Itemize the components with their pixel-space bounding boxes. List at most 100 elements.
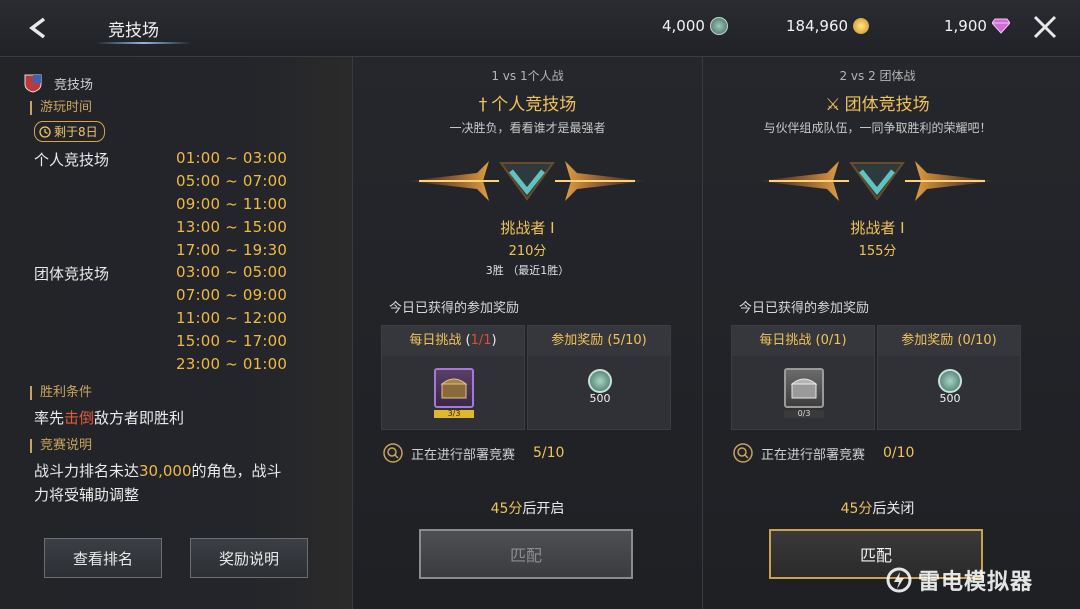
currency-medal: 4,000 <box>662 17 728 35</box>
team-coin-amount: 500 <box>939 392 961 405</box>
emulator-watermark: 雷电模拟器 <box>886 564 1033 596</box>
team-progress-value: 0/10 <box>883 445 915 461</box>
reward-info-button[interactable]: 奖励说明 <box>190 538 308 578</box>
solo-join-reward[interactable]: 参加奖励 (5/10) 500 <box>527 325 671 430</box>
solo-progress-label: 正在进行部署竞赛 <box>411 447 516 463</box>
schedule-time: 09:00 ~ 11:00 <box>176 195 288 213</box>
clock-icon <box>39 125 51 138</box>
team-daily-label: 每日挑战 (0/1) <box>732 326 874 356</box>
schedule-team-name: 团体竞技场 <box>34 265 110 283</box>
desc-highlight: 30,000 <box>139 462 192 480</box>
schedule-time: 17:00 ~ 19:30 <box>176 241 288 259</box>
currency-medal-value: 4,000 <box>662 17 705 35</box>
solo-timer-text: 后开启 <box>522 501 565 517</box>
team-daily-reward[interactable]: 每日挑战 (0/1) 0/3 <box>731 325 875 430</box>
schedule-time: 01:00 ~ 03:00 <box>176 149 288 167</box>
team-chest-count: 0/3 <box>784 410 824 418</box>
view-ranking-button[interactable]: 查看排名 <box>44 538 162 578</box>
medal-icon <box>588 369 612 393</box>
schedule-time: 05:00 ~ 07:00 <box>176 172 288 190</box>
schedule-time: 13:00 ~ 15:00 <box>176 218 288 236</box>
close-icon[interactable] <box>1030 12 1060 42</box>
solo-record: 3胜 （最近1胜） <box>485 264 570 277</box>
team-progress-label: 正在进行部署竞赛 <box>761 447 866 463</box>
search-icon <box>733 443 753 463</box>
team-title: ⚔ 团体竞技场 <box>703 90 1052 115</box>
panel-heading-text: 竞技场 <box>54 77 94 93</box>
schedule-time: 11:00 ~ 12:00 <box>176 309 288 327</box>
currency-gold: 184,960 <box>786 17 870 35</box>
crossed-swords-icon: ⚔ <box>825 95 841 115</box>
team-desc: 与伙伴组成队伍，一同争取胜利的荣耀吧！ <box>763 121 992 135</box>
competition-desc-label: 竞赛说明 <box>30 439 92 453</box>
solo-desc: 一决胜负，看看谁才是最强者 <box>449 121 606 135</box>
win-condition-text: 率先击倒敌方者即胜利 <box>34 407 184 428</box>
solo-daily-reward[interactable]: 每日挑战 (1/1) 3/3 <box>381 325 525 430</box>
schedule-solo-name: 个人竞技场 <box>34 151 110 169</box>
medal-icon <box>709 17 728 35</box>
remaining-badge: 剩于8日 <box>34 121 105 142</box>
panel-heading: 竞技场 <box>24 73 93 93</box>
solo-chest-count: 3/3 <box>434 410 474 418</box>
info-panel: 竞技场 游玩时间 剩于8日 个人竞技场 01:00 ~ 03:00 05:00 … <box>0 57 352 609</box>
rank-emblem-icon <box>407 161 647 201</box>
solo-timer: 45分后开启 <box>353 498 702 518</box>
currency-diamond-value: 1,900 <box>944 17 987 35</box>
top-bar: 竞技场 4,000 184,960 1,900 <box>0 0 1080 57</box>
gold-coin-icon <box>853 18 870 34</box>
solo-progress-value: 5/10 <box>533 445 565 461</box>
solo-rank-score: 210分 <box>508 244 547 259</box>
win-condition-label: 胜利条件 <box>30 386 92 400</box>
solo-title-text: 个人竞技场 <box>491 95 577 115</box>
solo-reward-title: 今日已获得的参加奖励 <box>389 301 520 316</box>
play-time-label: 游玩时间 <box>30 101 92 115</box>
team-timer-num: 45分 <box>840 501 873 517</box>
team-subtitle: 2 vs 2 团体战 <box>839 69 916 83</box>
solo-join-label: 参加奖励 (5/10) <box>528 326 670 356</box>
team-join-reward[interactable]: 参加奖励 (0/10) 500 <box>877 325 1021 430</box>
team-rank-score: 155分 <box>858 244 897 259</box>
sword-icon: † <box>478 95 488 115</box>
back-arrow-icon[interactable] <box>22 13 54 43</box>
competition-desc-text: 战斗力排名未达30,000的角色，战斗 <box>34 460 282 481</box>
schedule-time: 07:00 ~ 09:00 <box>176 286 288 304</box>
desc-post: 的角色，战斗 <box>191 462 282 480</box>
competition-desc-line2: 力将受辅助调整 <box>34 486 140 504</box>
team-join-label: 参加奖励 (0/10) <box>878 326 1020 356</box>
currency-diamond: 1,900 <box>944 17 1010 35</box>
shield-icon <box>24 74 42 93</box>
medal-icon <box>938 369 962 393</box>
schedule-time: 23:00 ~ 01:00 <box>176 355 288 373</box>
team-timer: 45分后关闭 <box>703 498 1052 518</box>
solo-arena-panel: 1 vs 1个人战 † 个人竞技场 一决胜负，看看谁才是最强者 挑战者 I 210… <box>352 57 702 609</box>
diamond-icon <box>991 18 1010 34</box>
solo-progress-row: 正在进行部署竞赛 5/10 <box>383 443 564 463</box>
team-timer-text: 后关闭 <box>872 501 915 517</box>
schedule-time: 03:00 ~ 05:00 <box>176 263 288 281</box>
remaining-text: 剩于8日 <box>54 125 98 139</box>
team-reward-title: 今日已获得的参加奖励 <box>739 301 870 316</box>
team-arena-panel: 2 vs 2 团体战 ⚔ 团体竞技场 与伙伴组成队伍，一同争取胜利的荣耀吧！ 挑战… <box>702 57 1080 609</box>
desc-pre: 战斗力排名未达 <box>34 462 140 480</box>
schedule-time: 15:00 ~ 17:00 <box>176 332 288 350</box>
watermark-text: 雷电模拟器 <box>918 570 1034 595</box>
win-post: 敌方者即胜利 <box>94 409 185 427</box>
search-icon <box>383 443 403 463</box>
solo-daily-header: 每日挑战 (1/1) <box>382 326 524 356</box>
win-pre: 率先 <box>34 409 65 427</box>
solo-daily-label: 每日挑战 <box>409 333 462 348</box>
emulator-logo-icon <box>886 567 912 593</box>
page-title: 竞技场 <box>108 21 159 41</box>
solo-rank-name: 挑战者 I <box>500 219 555 237</box>
solo-title: † 个人竞技场 <box>353 90 702 115</box>
title-underline <box>96 42 191 44</box>
win-highlight: 击倒 <box>64 409 95 427</box>
rank-emblem-icon <box>757 161 997 201</box>
solo-daily-count: 1/1 <box>470 333 492 348</box>
team-rank-name: 挑战者 I <box>850 219 905 237</box>
team-title-text: 团体竞技场 <box>844 95 930 115</box>
treasure-chest-icon <box>784 368 824 408</box>
solo-timer-num: 45分 <box>490 501 523 517</box>
team-progress-row: 正在进行部署竞赛 0/10 <box>733 443 914 463</box>
solo-match-button[interactable]: 匹配 <box>419 529 633 579</box>
